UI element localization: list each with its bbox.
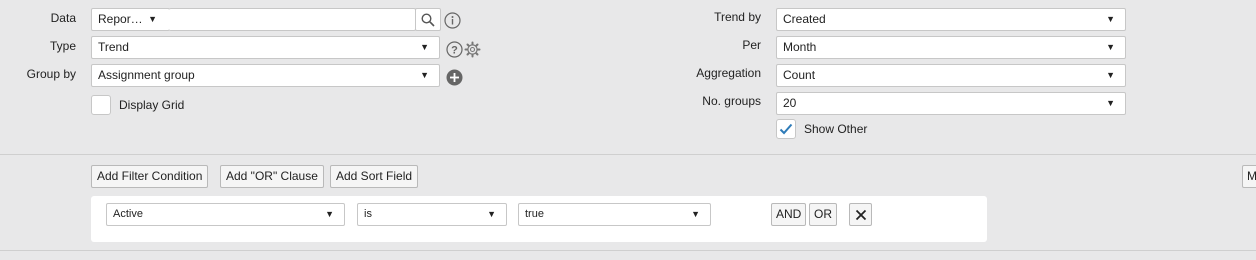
help-icon[interactable]: ?: [445, 40, 463, 58]
data-source-value: Repor…: [98, 12, 143, 26]
type-value: Trend: [98, 40, 129, 54]
chevron-down-icon: ▼: [420, 42, 429, 52]
nogroups-label: No. groups: [702, 94, 761, 108]
nogroups-value: 20: [783, 96, 797, 110]
remove-condition-button[interactable]: [849, 203, 872, 226]
search-icon: [421, 12, 435, 27]
data-source-select[interactable]: Repor… ▼: [91, 8, 170, 31]
more-button[interactable]: M: [1242, 165, 1256, 188]
data-label: Data: [50, 11, 76, 25]
data-table-input[interactable]: [169, 8, 416, 31]
chevron-down-icon: ▼: [325, 209, 334, 219]
type-select[interactable]: Trend ▼: [91, 36, 440, 59]
chevron-down-icon: ▼: [1106, 14, 1115, 24]
condition-operator-select[interactable]: is ▼: [357, 203, 507, 226]
groupby-select[interactable]: Assignment group ▼: [91, 64, 440, 87]
condition-value-value: true: [525, 208, 544, 220]
display-grid-label: Display Grid: [119, 98, 185, 112]
condition-operator-value: is: [364, 208, 372, 220]
chevron-down-icon: ▼: [148, 14, 157, 24]
chevron-down-icon: ▼: [691, 209, 700, 219]
per-value: Month: [783, 40, 817, 54]
add-or-clause-button[interactable]: Add "OR" Clause: [220, 165, 324, 188]
aggregation-value: Count: [783, 68, 816, 82]
trendby-label: Trend by: [714, 10, 761, 24]
trendby-value: Created: [783, 12, 826, 26]
groupby-label: Group by: [26, 67, 76, 81]
search-button[interactable]: [415, 8, 441, 31]
or-button[interactable]: OR: [809, 203, 837, 226]
chevron-down-icon: ▼: [1106, 42, 1115, 52]
aggregation-label: Aggregation: [696, 66, 761, 80]
close-icon: [855, 209, 866, 220]
groupby-value: Assignment group: [98, 68, 195, 82]
chevron-down-icon: ▼: [487, 209, 496, 219]
bottom-divider: [0, 250, 1256, 251]
add-icon[interactable]: [445, 68, 463, 86]
gear-icon[interactable]: [463, 40, 481, 58]
section-divider: [0, 154, 1256, 155]
add-sort-field-button[interactable]: Add Sort Field: [330, 165, 419, 188]
info-icon[interactable]: [443, 11, 461, 29]
and-button[interactable]: AND: [771, 203, 807, 226]
check-icon: [779, 123, 793, 135]
per-label: Per: [742, 38, 761, 52]
type-label: Type: [49, 39, 76, 53]
per-select[interactable]: Month ▼: [776, 36, 1126, 59]
condition-value-select[interactable]: true ▼: [518, 203, 711, 226]
chevron-down-icon: ▼: [420, 70, 429, 80]
nogroups-select[interactable]: 20 ▼: [776, 92, 1126, 115]
condition-field-select[interactable]: Active ▼: [106, 203, 345, 226]
condition-field-value: Active: [113, 208, 143, 220]
show-other-label: Show Other: [804, 122, 868, 136]
trendby-select[interactable]: Created ▼: [776, 8, 1126, 31]
aggregation-select[interactable]: Count ▼: [776, 64, 1126, 87]
svg-text:?: ?: [451, 44, 458, 56]
chevron-down-icon: ▼: [1106, 98, 1115, 108]
display-grid-checkbox[interactable]: [91, 95, 111, 115]
add-filter-condition-button[interactable]: Add Filter Condition: [91, 165, 209, 188]
chevron-down-icon: ▼: [1106, 70, 1115, 80]
show-other-checkbox[interactable]: [776, 119, 796, 139]
